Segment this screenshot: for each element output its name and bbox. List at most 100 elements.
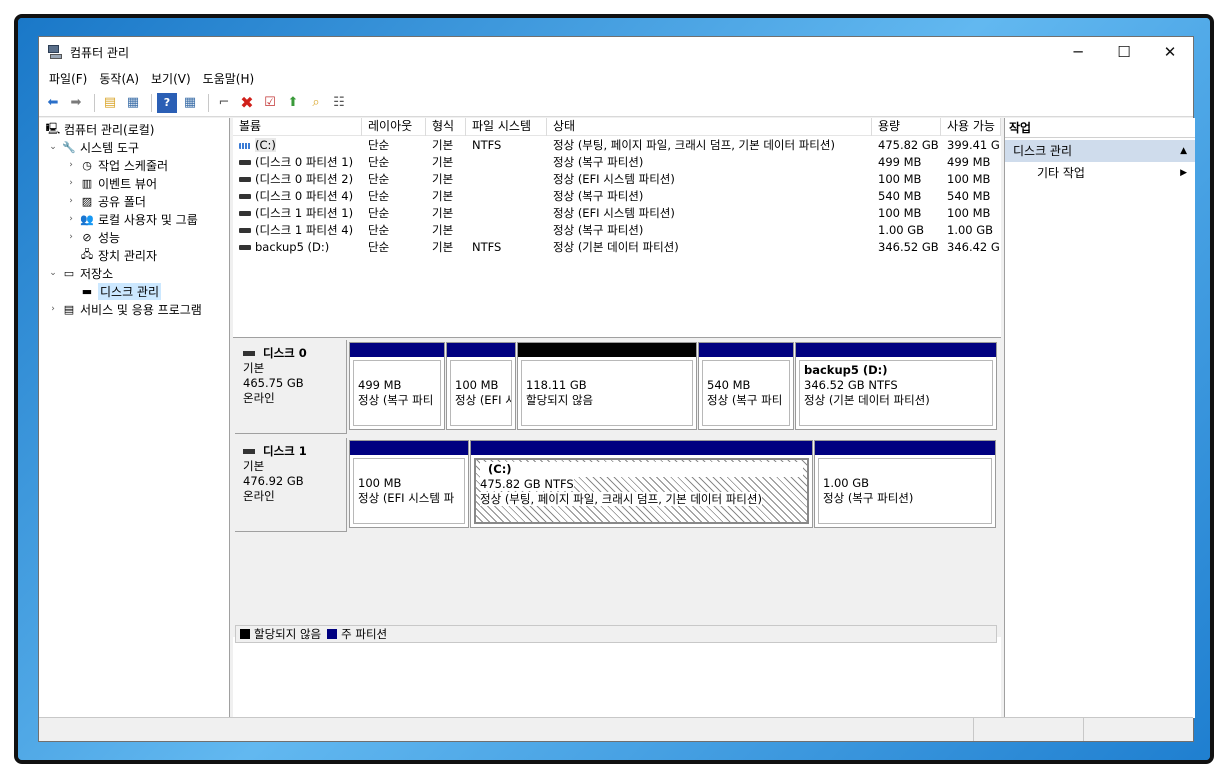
primary-partition-bar bbox=[796, 343, 996, 357]
table-row[interactable]: (디스크 0 파티션 2) 단순 기본 정상 (EFI 시스템 파티션) 100 MB 1… bbox=[233, 171, 1001, 188]
partition-block[interactable]: (C:) 475.82 GB NTFS 정상 (부팅, 페이지 파일, 크래시 덤프… bbox=[470, 440, 813, 528]
disk-info[interactable]: 디스크 0 기본 465.75 GB 온라인 bbox=[235, 340, 347, 434]
partition-block[interactable]: backup5 (D:) 346.52 GB NTFS 정상 (기본 데이터 파티션… bbox=[795, 342, 997, 430]
tree-item[interactable]: ▬ 디스크 관리 bbox=[39, 282, 229, 300]
forward-arrow-icon[interactable]: ➡ bbox=[66, 93, 86, 113]
show-hide-tree-icon[interactable]: ▦ bbox=[123, 93, 143, 113]
cell-capacity: 1.00 GB bbox=[878, 223, 925, 237]
column-header-status[interactable]: 상태 bbox=[547, 118, 872, 136]
device-manager-icon: 🖧 bbox=[80, 247, 94, 261]
folder-up-icon[interactable]: ⬆ bbox=[283, 93, 303, 113]
partition-title bbox=[455, 363, 507, 378]
tree-item[interactable]: 🖧 장치 관리자 bbox=[39, 246, 229, 264]
table-row[interactable]: (디스크 1 파티션 4) 단순 기본 정상 (복구 파티션) 1.00 GB 1.00 … bbox=[233, 222, 1001, 239]
table-row[interactable]: backup5 (D:) 단순 기본 NTFS 정상 (기본 데이터 파티션) 346.5… bbox=[233, 239, 1001, 256]
tree-item[interactable]: › ▤ 서비스 및 응용 프로그램 bbox=[39, 300, 229, 318]
menu-view[interactable]: 보기(V) bbox=[145, 70, 197, 87]
computer-management-icon bbox=[47, 44, 63, 60]
close-button[interactable]: ✕ bbox=[1147, 37, 1193, 67]
partition-block[interactable]: 540 MB 정상 (복구 파티 bbox=[698, 342, 794, 430]
actions-section-disk-management[interactable]: 디스크 관리 ▲ bbox=[1005, 140, 1195, 162]
collapse-icon[interactable]: ▲ bbox=[1180, 140, 1187, 162]
primary-partition-bar bbox=[350, 441, 468, 455]
cell-type: 기본 bbox=[432, 206, 454, 220]
partition-block[interactable]: 1.00 GB 정상 (복구 파티션) bbox=[814, 440, 996, 528]
menu-file[interactable]: 파일(F) bbox=[43, 70, 93, 87]
volume-list-header: 볼륨 레이아웃 형식 파일 시스템 상태 용량 사용 가능 bbox=[233, 118, 1001, 136]
tree-item-label: 서비스 및 응용 프로그램 bbox=[80, 302, 202, 317]
cell-filesystem: NTFS bbox=[472, 138, 502, 152]
collapse-chevron-icon[interactable]: › bbox=[65, 160, 77, 170]
table-row[interactable]: (디스크 0 파티션 1) 단순 기본 정상 (복구 파티션) 499 MB 499 MB bbox=[233, 154, 1001, 171]
column-header-filesystem[interactable]: 파일 시스템 bbox=[466, 118, 547, 136]
delete-icon[interactable]: ✖ bbox=[237, 93, 257, 113]
up-folder-icon[interactable]: ▤ bbox=[100, 93, 120, 113]
menu-help[interactable]: 도움말(H) bbox=[197, 70, 261, 87]
column-header-free-space[interactable]: 사용 가능 bbox=[941, 118, 1001, 136]
tree-item[interactable]: › ◷ 작업 스케줄러 bbox=[39, 156, 229, 174]
partition-body: (C:) 475.82 GB NTFS 정상 (부팅, 페이지 파일, 크래시 덤프… bbox=[474, 458, 809, 524]
show-hide-action-pane-icon[interactable]: ▦ bbox=[180, 93, 200, 113]
partition-body: 499 MB 정상 (복구 파티 bbox=[353, 360, 441, 426]
tree-item[interactable]: ⌄ 🔧 시스템 도구 bbox=[39, 138, 229, 156]
partition-line2: 정상 (복구 파티 bbox=[707, 393, 783, 407]
disk-icon bbox=[243, 351, 255, 356]
table-row[interactable]: (C:) 단순 기본 NTFS 정상 (부팅, 페이지 파일, 크래시 덤프, 기본 데… bbox=[233, 137, 1001, 154]
tree-item[interactable]: › ⊘ 성능 bbox=[39, 228, 229, 246]
partition-block[interactable]: 499 MB 정상 (복구 파티 bbox=[349, 342, 445, 430]
maximize-button[interactable]: ☐ bbox=[1101, 37, 1147, 67]
connect-drive-icon[interactable]: ⌐ bbox=[214, 93, 234, 113]
table-row[interactable]: (디스크 1 파티션 1) 단순 기본 정상 (EFI 시스템 파티션) 100 MB 1… bbox=[233, 205, 1001, 222]
tree-item[interactable]: ⌄ ▭ 저장소 bbox=[39, 264, 229, 282]
help-icon[interactable]: ? bbox=[157, 92, 177, 113]
cell-status: 정상 (복구 파티션) bbox=[553, 223, 644, 237]
cell-layout: 단순 bbox=[368, 206, 390, 220]
disk-info[interactable]: 디스크 1 기본 476.92 GB 온라인 bbox=[235, 438, 347, 532]
expand-chevron-icon[interactable]: ⌄ bbox=[47, 142, 59, 152]
tree-item-root[interactable]: 🖳 컴퓨터 관리(로컬) bbox=[39, 120, 229, 138]
cell-free-space: 399.41 G bbox=[947, 138, 1000, 152]
services-icon: ▤ bbox=[63, 302, 75, 316]
partition-block[interactable]: 100 MB 정상 (EFI 시스템 파 bbox=[349, 440, 469, 528]
disk-status: 온라인 bbox=[243, 391, 275, 405]
disk-name: 디스크 1 bbox=[243, 444, 346, 459]
collapse-chevron-icon[interactable]: › bbox=[65, 214, 77, 224]
collapse-chevron-icon[interactable]: › bbox=[47, 304, 59, 314]
menu-action[interactable]: 동작(A) bbox=[93, 70, 145, 87]
volume-name: (디스크 0 파티션 4) bbox=[255, 189, 354, 203]
collapse-chevron-icon[interactable]: › bbox=[65, 196, 77, 206]
cell-volume: (디스크 0 파티션 4) bbox=[233, 188, 362, 205]
partition-title bbox=[358, 363, 436, 378]
check-icon[interactable]: ☑ bbox=[260, 93, 280, 113]
cell-filesystem: NTFS bbox=[472, 240, 502, 254]
column-header-type[interactable]: 형식 bbox=[426, 118, 466, 136]
status-segment bbox=[39, 718, 974, 741]
partition-block[interactable]: 118.11 GB 할당되지 않음 bbox=[517, 342, 697, 430]
back-arrow-icon[interactable]: ⬅ bbox=[43, 93, 63, 113]
disk-row: 디스크 1 기본 476.92 GB 온라인 100 MB 정상 (EFI 시스템 파 (C… bbox=[235, 438, 997, 532]
event-viewer-icon: ▥ bbox=[81, 176, 93, 190]
actions-item-more-actions[interactable]: 기타 작업 ▶ bbox=[1005, 162, 1195, 184]
collapse-chevron-icon[interactable]: › bbox=[65, 232, 77, 242]
primary-partition-bar bbox=[699, 343, 793, 357]
column-header-capacity[interactable]: 용량 bbox=[872, 118, 941, 136]
tree-item[interactable]: › ▥ 이벤트 뷰어 bbox=[39, 174, 229, 192]
cell-status: 정상 (EFI 시스템 파티션) bbox=[553, 206, 675, 220]
tree-item[interactable]: › ▨ 공유 폴더 bbox=[39, 192, 229, 210]
disk-icon bbox=[243, 449, 255, 454]
expand-chevron-icon[interactable]: ⌄ bbox=[47, 268, 59, 278]
cell-capacity: 346.52 GB bbox=[878, 240, 939, 254]
performance-icon: ⊘ bbox=[82, 230, 92, 244]
partition-block[interactable]: 100 MB 정상 (EFI 시 bbox=[446, 342, 516, 430]
table-row[interactable]: (디스크 0 파티션 4) 단순 기본 정상 (복구 파티션) 540 MB 540 MB bbox=[233, 188, 1001, 205]
collapse-chevron-icon[interactable]: › bbox=[65, 178, 77, 188]
minimize-button[interactable]: ─ bbox=[1055, 37, 1101, 67]
column-header-volume[interactable]: 볼륨 bbox=[233, 118, 362, 136]
cell-status: 정상 (복구 파티션) bbox=[553, 155, 644, 169]
search-folder-icon[interactable]: ⌕ bbox=[306, 93, 326, 113]
properties-icon[interactable]: ☷ bbox=[329, 93, 349, 113]
cell-layout: 단순 bbox=[368, 138, 390, 152]
cell-free-space: 346.42 G bbox=[947, 240, 1000, 254]
column-header-layout[interactable]: 레이아웃 bbox=[362, 118, 426, 136]
tree-item[interactable]: › 👥 로컬 사용자 및 그룹 bbox=[39, 210, 229, 228]
